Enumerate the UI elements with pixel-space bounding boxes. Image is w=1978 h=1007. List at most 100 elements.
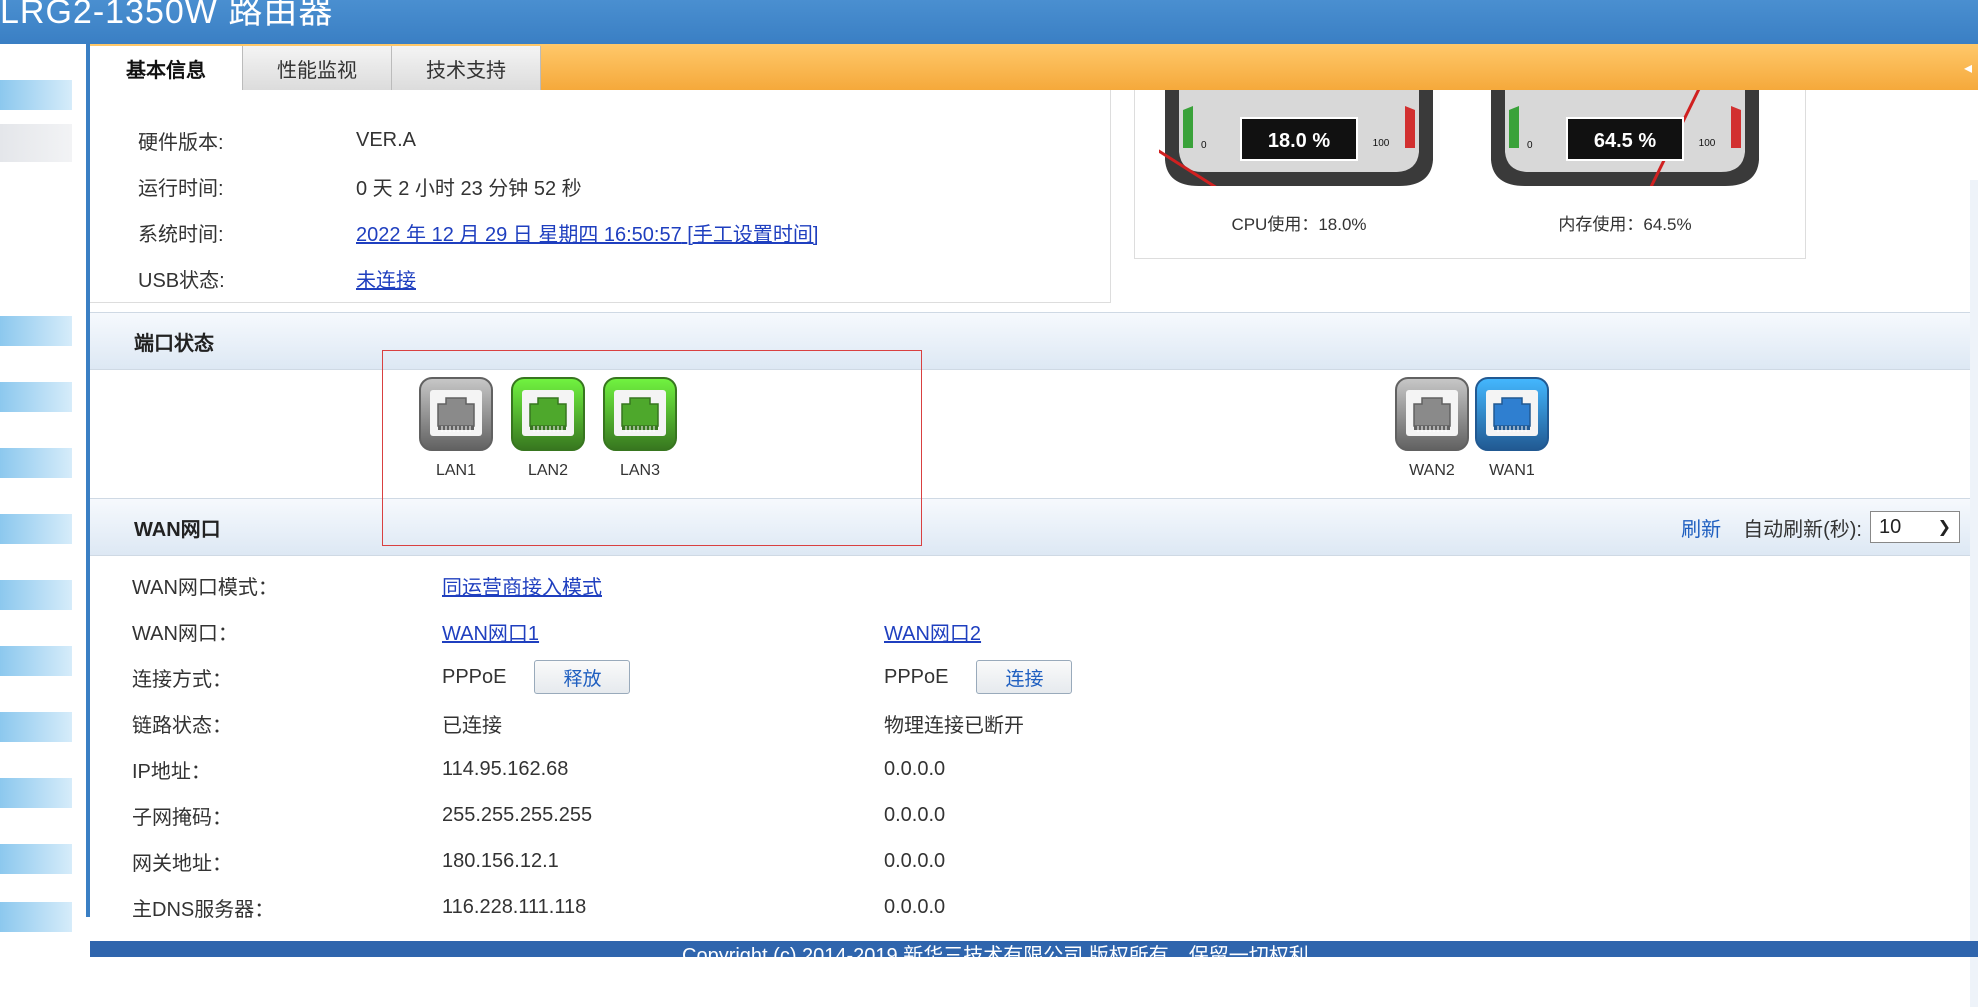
scrollbar[interactable] [1970,180,1978,1007]
wan-port-row: WAN网口： WAN网口1 WAN网口2 [132,608,981,654]
wan1-conn-type: PPPoE [442,665,507,688]
mask-label: 子网掩码： [132,806,232,829]
wan-port2-link[interactable]: WAN网口2 [884,617,981,646]
lan1-label: LAN1 [435,462,477,479]
tab-bar: 基本信息 性能监视 技术支持 ◂ [90,44,1978,90]
wan1-link-status: 已连接 [442,714,502,737]
sidebar-item[interactable] [0,514,72,544]
sidebar-item[interactable] [0,646,72,676]
cpu-gauge: 18.0 % 0 100 [1159,90,1439,186]
system-time-label: 系统时间: [138,223,224,246]
mask-row: 子网掩码： 255.255.255.255 0.0.0.0 [132,792,945,838]
wan-mode-label: WAN网口模式： [132,576,278,599]
svg-text:18.0 %: 18.0 % [1268,130,1330,152]
wan-mode-link[interactable]: 同运营商接入模式 [442,571,602,600]
cpu-usage-caption: CPU使用：18.0% [1231,215,1367,234]
dns-row: 主DNS服务器： 116.228.111.118 0.0.0.0 [132,884,945,930]
tab-support[interactable]: 技术支持 [392,46,541,90]
wan-mode-row: WAN网口模式： 同运营商接入模式 [132,562,884,608]
auto-refresh-label: 自动刷新(秒): [1743,518,1862,541]
refresh-link[interactable]: 刷新 [1681,513,1721,542]
wan-section-title: WAN网口 [134,518,221,541]
sidebar-item[interactable] [0,712,72,742]
wan1-gateway: 180.156.12.1 [442,849,559,872]
port-status-header: 端口状态 [90,312,1978,370]
dns-label: 主DNS服务器： [132,898,275,921]
chevron-down-icon: ❯ [1937,519,1951,536]
system-time-row: 系统时间: 2022 年 12 月 29 日 星期四 16:50:57 [手工设… [138,212,818,252]
svg-text:0: 0 [1527,140,1533,151]
cpu-gauge-icon: 18.0 % 0 100 [1159,90,1433,186]
lan3-port-icon[interactable] [602,376,678,452]
sidebar-item[interactable] [0,902,72,932]
usb-status-link[interactable]: 未连接 [356,270,416,292]
wan1-port-icon[interactable] [1474,376,1550,452]
wan2-port-icon[interactable] [1394,376,1470,452]
uptime-value: 0 天 2 小时 23 分钟 52 秒 [356,177,582,200]
svg-text:100: 100 [1373,138,1390,149]
connect-button[interactable]: 连接 [976,660,1073,694]
usb-status-label: USB状态: [138,269,225,292]
hw-version-value: VER.A [356,128,417,151]
tab-bar-edge-icon: ◂ [1964,60,1973,77]
usb-status-row: USB状态: 未连接 [138,258,416,298]
sidebar-item[interactable] [0,316,72,346]
sidebar-item[interactable] [0,580,72,610]
auto-refresh-value: 10 [1879,515,1902,538]
svg-text:100: 100 [1699,138,1716,149]
window-title: LRG2-1350W 路由器 [0,0,334,31]
memory-usage-caption: 内存使用：64.5% [1558,215,1692,234]
wan2-mask: 0.0.0.0 [884,803,946,826]
gateway-label: 网关地址： [132,852,232,875]
sidebar-item[interactable] [0,382,72,412]
conn-type-row: 连接方式： PPPoE 释放 PPPoE 连接 [132,654,1073,700]
hw-version-row: 硬件版本: VER.A [138,120,416,160]
sidebar-item[interactable] [0,448,72,478]
tab-basic-info[interactable]: 基本信息 [90,46,243,90]
ip-row: IP地址： 114.95.162.68 0.0.0.0 [132,746,945,792]
copyright-text: Copyright (c) 2014-2019 新华三技术有限公司 版权所有，保… [682,945,1309,957]
wan2-gateway: 0.0.0.0 [884,849,946,872]
refresh-controls: 刷新 自动刷新(秒): 10 ❯ [1681,499,1978,555]
lan1-port-icon[interactable] [418,376,494,452]
sidebar [0,44,72,957]
hw-version-label: 硬件版本: [138,131,224,154]
memory-gauge: 64.5 % 0 100 [1485,90,1765,186]
wan2-dns: 0.0.0.0 [884,895,946,918]
wan-port-label: WAN网口： [132,622,238,645]
lan3-label: LAN3 [619,462,661,479]
release-button[interactable]: 释放 [534,660,631,694]
manual-set-time-link[interactable]: [手工设置时间] [687,224,818,246]
auto-refresh-select[interactable]: 10 ❯ [1870,511,1960,543]
lan2-label: LAN2 [527,462,569,479]
title-bar: LRG2-1350W 路由器 [0,0,1978,44]
resource-gauges: 18.0 % 0 100 CPU使用：18.0% 64.5 % 0 100 内存… [1134,90,1806,259]
system-time-link[interactable]: 2022 年 12 月 29 日 星期四 16:50:57 [手工设置时间] [356,224,818,246]
wan1-ip: 114.95.162.68 [442,757,569,780]
svg-text:64.5 %: 64.5 % [1594,130,1656,152]
link-status-row: 链路状态： 已连接 物理连接已断开 [132,700,1024,746]
wan2-link-status: 物理连接已断开 [884,714,1024,737]
memory-gauge-icon: 64.5 % 0 100 [1491,90,1759,186]
wan1-mask: 255.255.255.255 [442,803,593,826]
tab-performance[interactable]: 性能监视 [243,46,392,90]
wan2-ip: 0.0.0.0 [884,757,946,780]
conn-type-label: 连接方式： [132,668,232,691]
sidebar-item[interactable] [0,80,72,110]
wan2-label: WAN2 [1409,462,1455,479]
lan2-port-icon[interactable] [510,376,586,452]
sidebar-item[interactable] [0,844,72,874]
wan1-label: WAN1 [1489,462,1535,479]
wan-section-header: WAN网口 刷新 自动刷新(秒): 10 ❯ [90,498,1978,556]
link-status-label: 链路状态： [132,714,232,737]
uptime-row: 运行时间: 0 天 2 小时 23 分钟 52 秒 [138,166,582,206]
wan1-dns: 116.228.111.118 [442,895,587,918]
port-status-title: 端口状态 [134,332,214,355]
sidebar-item[interactable] [0,124,72,162]
system-info: 硬件版本: VER.A 运行时间: 0 天 2 小时 23 分钟 52 秒 系统… [90,90,1111,303]
main-content: 硬件版本: VER.A 运行时间: 0 天 2 小时 23 分钟 52 秒 系统… [90,90,1978,1007]
uptime-label: 运行时间: [138,177,224,200]
wan-port1-link[interactable]: WAN网口1 [442,617,539,646]
sidebar-item[interactable] [0,778,72,808]
footer: Copyright (c) 2014-2019 新华三技术有限公司 版权所有，保… [90,941,1978,957]
